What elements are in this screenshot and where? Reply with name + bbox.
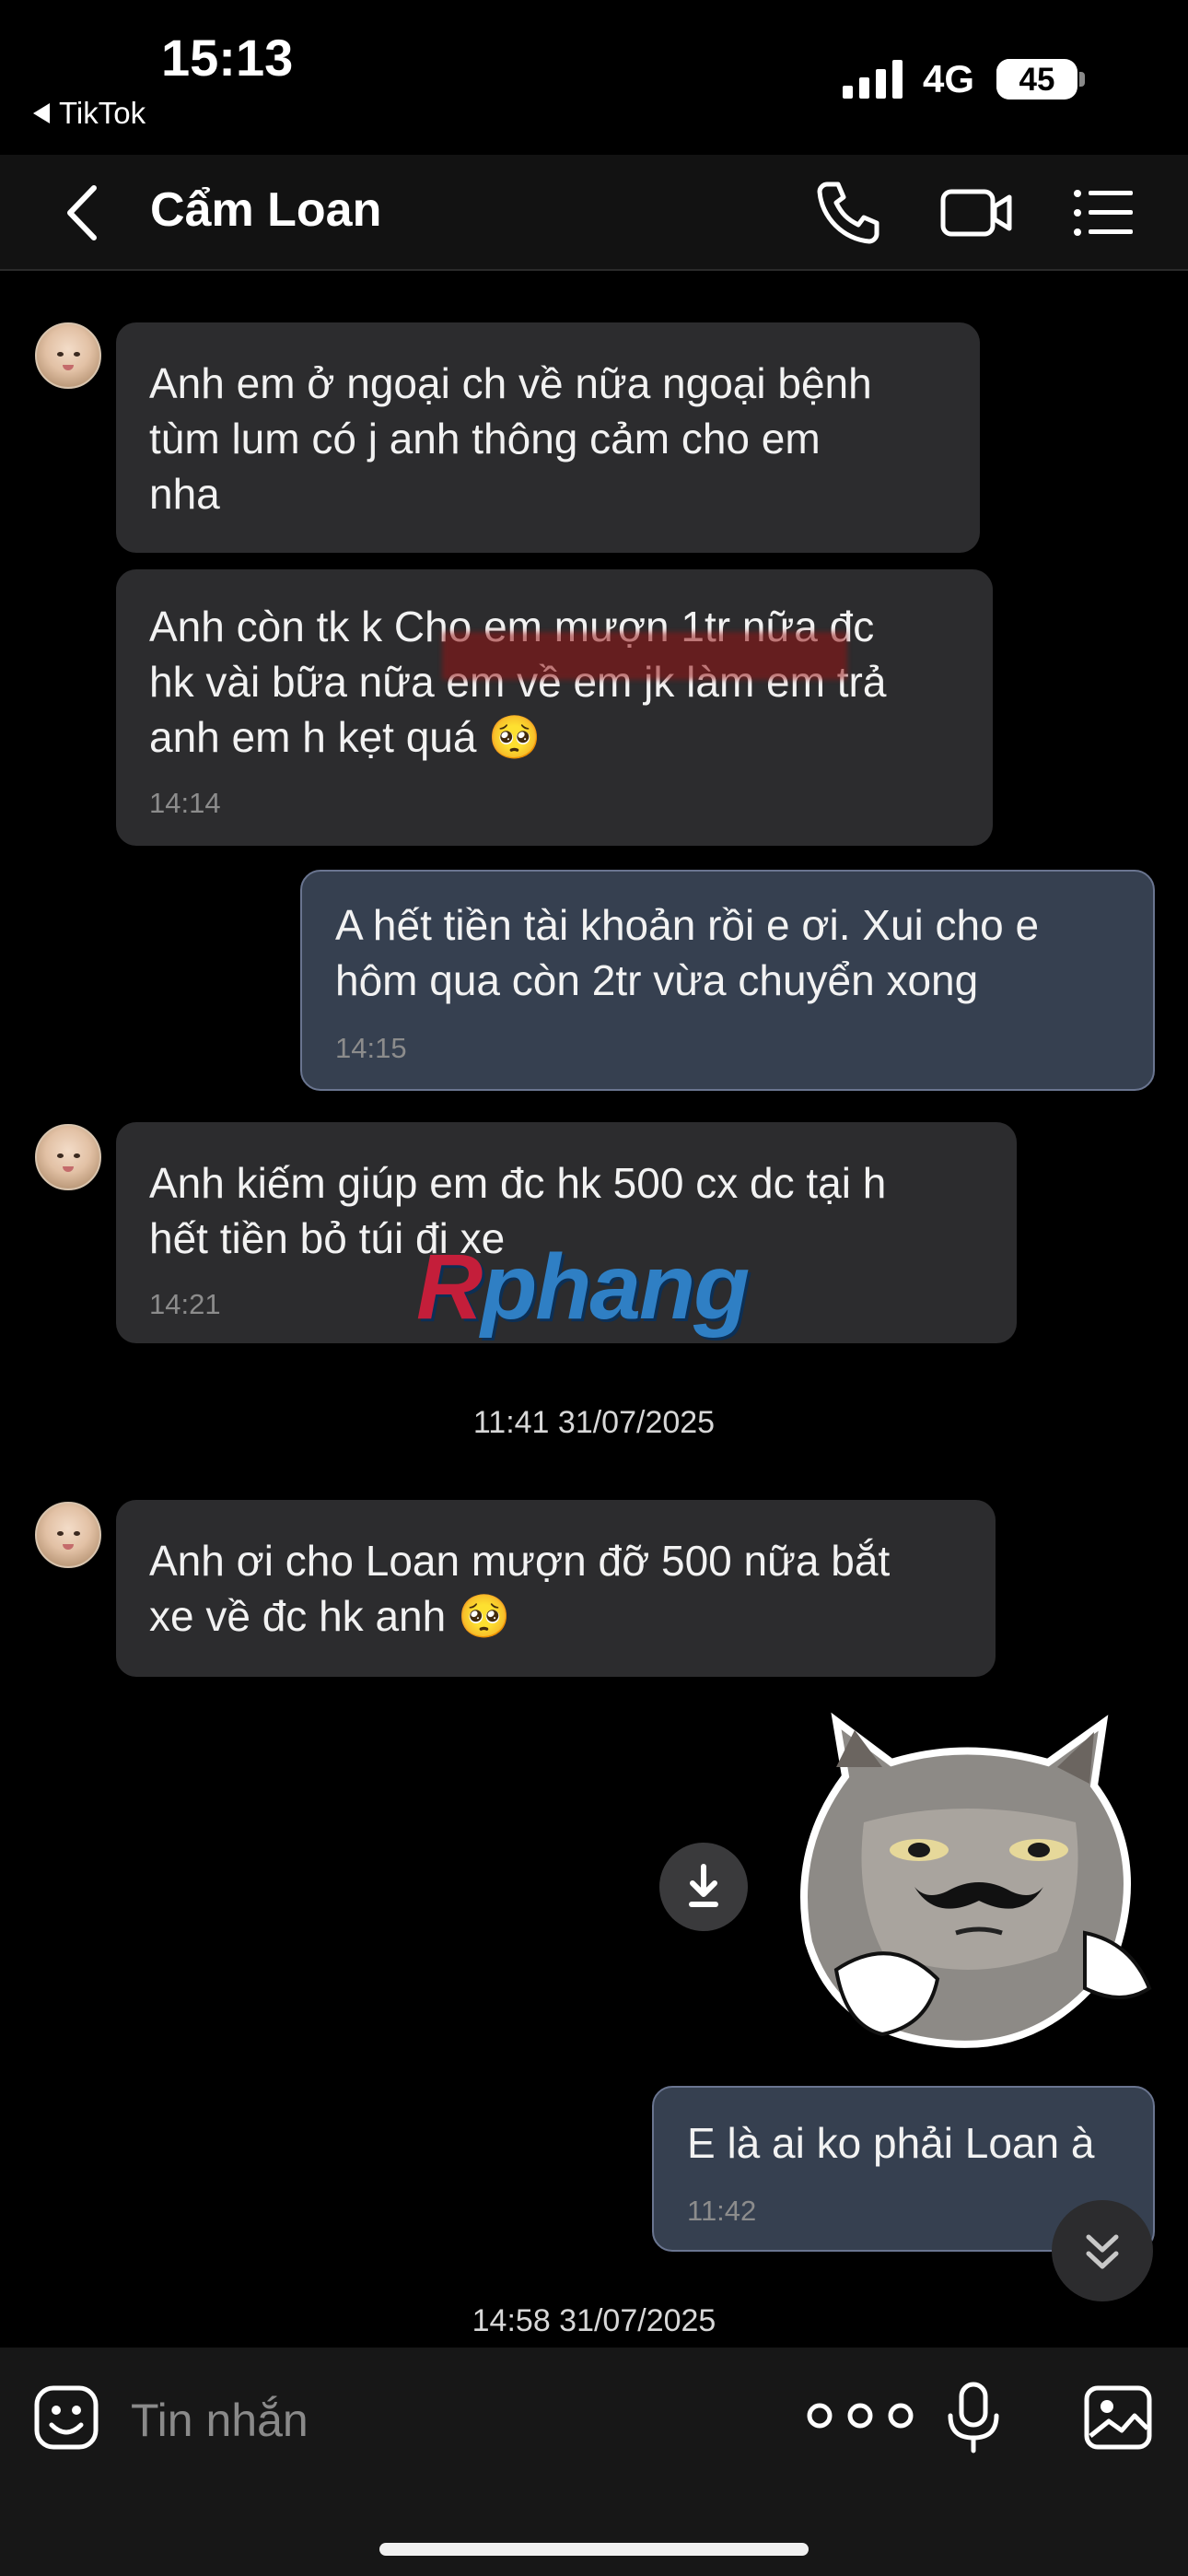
status-time: 15:13 [161, 29, 294, 87]
avatar[interactable] [35, 1502, 101, 1568]
phone-icon[interactable] [814, 177, 884, 247]
message-bubble-outgoing[interactable]: A hết tiền tài khoản rồi e ơi. Xui cho e… [300, 870, 1155, 1091]
avatar[interactable] [35, 322, 101, 389]
message-bubble-incoming[interactable]: Anh em ở ngoại ch về nữa ngoại bệnh tùm … [116, 322, 980, 553]
message-text: Anh còn tk k Cho em mượn 1tr nữa đc hk v… [149, 603, 887, 761]
message-bubble-incoming[interactable]: Anh ơi cho Loan mượn đỡ 500 nữa bắt xe v… [116, 1500, 996, 1677]
message-text: A hết tiền tài khoản rồi e ơi. Xui cho e… [335, 901, 1040, 1004]
message-text: Anh em ở ngoại ch về nữa ngoại bệnh tùm … [149, 359, 872, 518]
message-time: 14:21 [149, 1288, 221, 1320]
battery-percentage: 45 [1019, 62, 1055, 98]
message-text: Anh ơi cho Loan mượn đỡ 500 nữa bắt xe v… [149, 1537, 891, 1640]
avatar[interactable] [35, 1124, 101, 1190]
chevron-left-icon[interactable] [57, 181, 112, 245]
battery-indicator: 45 [996, 59, 1077, 100]
contact-name[interactable]: Cẩm Loan [150, 182, 381, 238]
date-separator: 14:58 31/07/2025 [472, 2303, 716, 2338]
network-type: 4G [923, 57, 975, 100]
cat-sticker-image[interactable] [781, 1712, 1159, 2071]
back-triangle-icon [33, 103, 50, 123]
message-time: 11:42 [687, 2195, 757, 2227]
download-button[interactable] [659, 1843, 748, 1931]
image-icon[interactable] [1083, 2384, 1153, 2451]
watermark-text: phang [481, 1235, 750, 1339]
watermark-letter: R [416, 1235, 483, 1339]
watermark-logo: Rphang [416, 1235, 750, 1341]
date-separator: 11:41 31/07/2025 [472, 1405, 716, 1440]
emoji-icon[interactable] [33, 2384, 99, 2451]
microphone-icon[interactable] [945, 2381, 1002, 2454]
signal-strength-icon [843, 60, 903, 99]
list-icon[interactable] [1072, 181, 1136, 245]
more-dots-icon[interactable] [799, 2399, 921, 2432]
back-app-label: TikTok [59, 96, 146, 130]
double-chevron-down-icon [1086, 2234, 1119, 2269]
message-time: 14:15 [335, 1032, 407, 1064]
message-input[interactable] [129, 2388, 667, 2453]
video-camera-icon[interactable] [939, 181, 1013, 245]
message-time: 14:14 [149, 787, 221, 819]
message-input-bar [0, 2348, 1188, 2576]
battery-cap [1079, 72, 1085, 87]
scroll-to-bottom-button[interactable] [1052, 2200, 1153, 2301]
redaction-mark [442, 632, 847, 680]
download-icon [689, 1864, 718, 1907]
message-text: E là ai ko phải Loan à [687, 2119, 1095, 2167]
message-bubble-incoming[interactable]: Anh còn tk k Cho em mượn 1tr nữa đc hk v… [116, 569, 993, 846]
home-indicator [379, 2543, 809, 2556]
back-to-app-link[interactable]: TikTok [33, 96, 146, 131]
